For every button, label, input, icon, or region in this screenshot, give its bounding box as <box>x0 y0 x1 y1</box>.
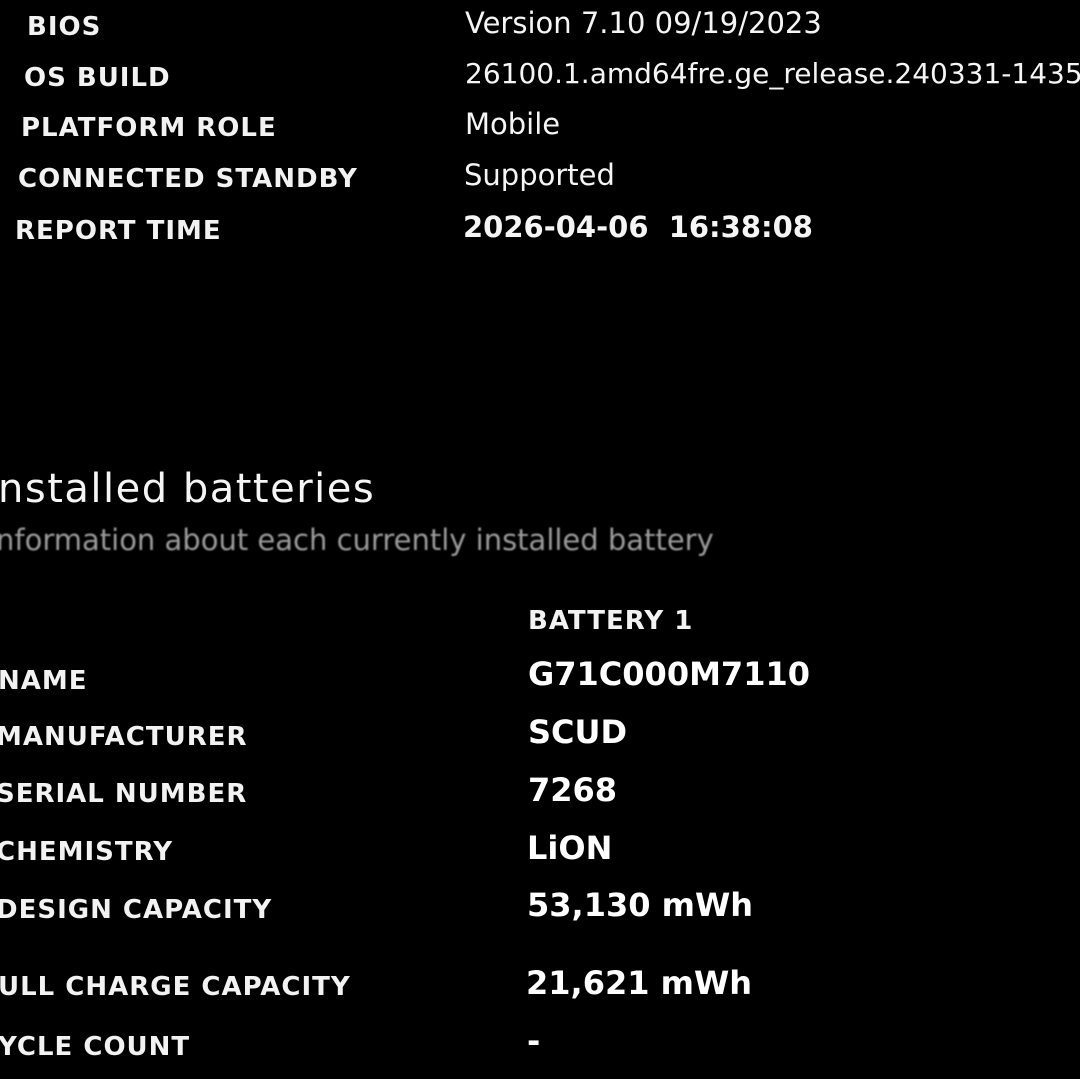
battery-name-label: NAME <box>0 666 88 696</box>
os-build-label: OS BUILD <box>24 63 171 93</box>
report-time-value: 2026-04-06 16:38:08 <box>463 210 813 244</box>
battery-column-header: BATTERY 1 <box>528 606 694 636</box>
full-charge-capacity-label: ULL CHARGE CAPACITY <box>0 972 351 1002</box>
serial-number-value: 7268 <box>528 771 618 809</box>
bios-label: BIOS <box>27 12 102 42</box>
full-charge-capacity-value: 21,621 mWh <box>526 964 753 1002</box>
battery-name-value: G71C000M7110 <box>528 655 810 693</box>
report-time-label: REPORT TIME <box>15 216 222 246</box>
manufacturer-value: SCUD <box>528 713 628 751</box>
design-capacity-value: 53,130 mWh <box>527 886 754 924</box>
cycle-count-value: - <box>527 1022 541 1060</box>
chemistry-label: CHEMISTRY <box>0 837 174 867</box>
connected-standby-value: Supported <box>464 158 615 192</box>
platform-role-label: PLATFORM ROLE <box>21 113 277 143</box>
section-subtitle: nformation about each currently installe… <box>0 523 714 557</box>
connected-standby-label: CONNECTED STANDBY <box>18 164 358 194</box>
serial-number-label: SERIAL NUMBER <box>0 779 248 809</box>
design-capacity-label: DESIGN CAPACITY <box>0 895 273 925</box>
chemistry-value: LiON <box>527 829 613 867</box>
platform-role-value: Mobile <box>465 107 561 141</box>
bios-value: Version 7.10 09/19/2023 <box>465 6 822 40</box>
os-build-value: 26100.1.amd64fre.ge_release.240331-1435 <box>465 57 1080 90</box>
section-title: nstalled batteries <box>0 466 376 512</box>
manufacturer-label: MANUFACTURER <box>0 722 248 752</box>
cycle-count-label: YCLE COUNT <box>0 1032 191 1062</box>
